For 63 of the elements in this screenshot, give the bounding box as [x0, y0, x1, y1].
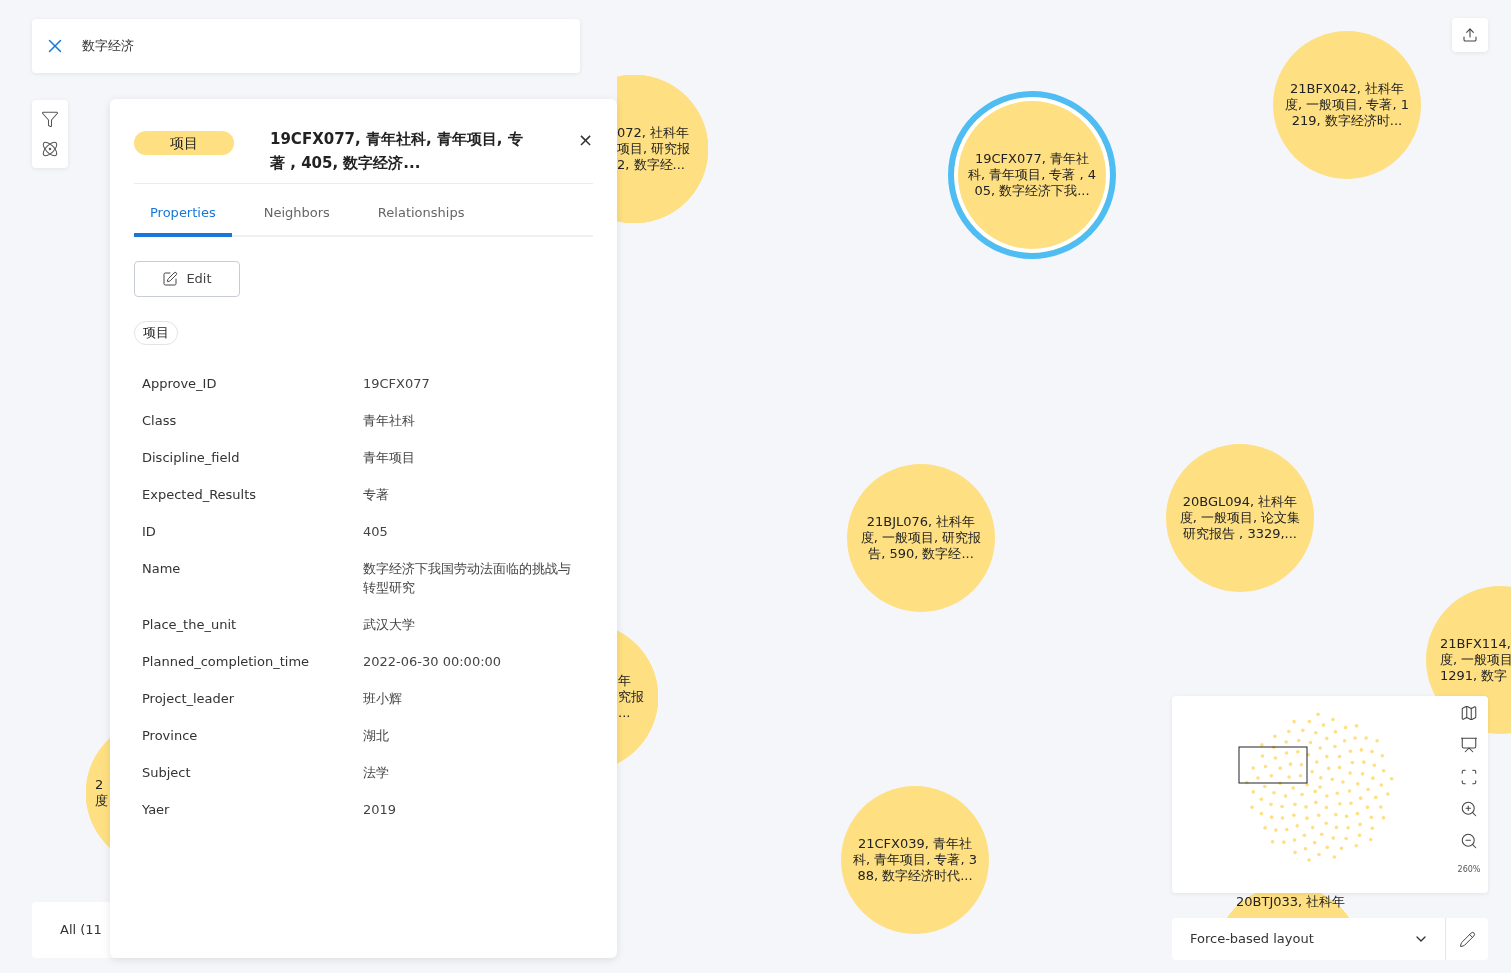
property-key: Province — [142, 726, 363, 745]
property-value: 法学 — [363, 764, 390, 782]
layout-select[interactable]: Force-based layout — [1172, 918, 1446, 960]
zoom-in-icon[interactable] — [1460, 800, 1478, 818]
fit-view-icon[interactable] — [1460, 768, 1478, 786]
edit-button[interactable]: Edit — [134, 261, 240, 297]
property-value: 19CFX077 — [363, 375, 431, 393]
property-value: 湖北 — [363, 727, 390, 745]
property-value: 武汉大学 — [363, 616, 416, 634]
node-label: 21BJL076, 社科年 度, 一般项目, 研究报 告, 590, 数字经... — [860, 514, 982, 562]
export-button[interactable] — [1452, 18, 1488, 52]
pencil-icon — [1458, 930, 1476, 948]
node-label: 072, 社科年 项目, 研究报 2, 数字经... — [617, 125, 691, 173]
property-value: 405 — [363, 523, 389, 541]
tab[interactable]: Properties — [134, 192, 232, 237]
graph-node[interactable]: 072, 社科年 项目, 研究报 2, 数字经... — [617, 75, 708, 223]
node-label: 21CFX039, 青年社 科, 青年项目, 专著, 3 88, 数字经济时代... — [852, 836, 978, 884]
atom-icon[interactable] — [41, 140, 59, 158]
legend-label[interactable]: All (11 — [60, 920, 102, 940]
property-key: Class — [142, 411, 363, 430]
node-label: 21BFX114, 度, 一般项目 1291, 数字 — [1440, 636, 1511, 684]
node-label: 21BFX042, 社科年 度, 一般项目, 专著, 1 219, 数字经济时... — [1284, 81, 1410, 129]
node-label: 20BGL094, 社科年 度, 一般项目, 论文集 研究报告 , 3329,... — [1179, 494, 1301, 542]
property-value: 数字经济下我国劳动法面临的挑战与转型研究 — [363, 560, 572, 597]
property-key: Approve_ID — [142, 374, 363, 393]
property-key: Place_the_unit — [142, 615, 363, 634]
close-button[interactable]: × — [577, 131, 593, 149]
node-label: 19CFX077, 青年社 科, 青年项目, 专著 , 4 05, 数字经济下我... — [967, 151, 1097, 199]
zoom-level: 260% — [1457, 864, 1481, 876]
map-icon[interactable] — [1460, 704, 1478, 722]
presentation-icon[interactable] — [1460, 736, 1478, 754]
property-key: Yaer — [142, 800, 363, 819]
type-badge: 项目 — [134, 131, 234, 155]
property-key: ID — [142, 522, 363, 541]
graph-node[interactable]: 21CFX039, 青年社 科, 青年项目, 专著, 3 88, 数字经济时代... — [841, 786, 989, 934]
property-value: 2022-06-30 00:00:00 — [363, 653, 503, 671]
search-value: 数字经济 — [82, 37, 134, 56]
tab[interactable]: Neighbors — [247, 192, 346, 237]
property-key: Name — [142, 559, 363, 597]
graph-node[interactable]: 21BFX042, 社科年 度, 一般项目, 专著, 1 219, 数字经济时... — [1273, 31, 1421, 179]
property-key: Planned_completion_time — [142, 652, 363, 671]
search-bar[interactable]: 数字经济 — [32, 19, 580, 73]
panel-title: 19CFX077, 青年社科, 青年项目, 专著 , 405, 数字经济... — [270, 129, 524, 174]
property-key: Discipline_field — [142, 448, 363, 467]
node-label: 2 度 — [95, 777, 108, 809]
graph-node[interactable]: 19CFX077, 青年社 科, 青年项目, 专著 , 4 05, 数字经济下我... — [948, 91, 1116, 259]
zoom-out-icon[interactable] — [1460, 832, 1478, 850]
graph-node[interactable]: 21BJL076, 社科年 度, 一般项目, 研究报 告, 590, 数字经... — [847, 464, 995, 612]
graph-node[interactable]: 20BGL094, 社科年 度, 一般项目, 论文集 研究报告 , 3329,... — [1166, 444, 1314, 592]
tab[interactable]: Relationships — [361, 192, 481, 237]
property-key: Project_leader — [142, 689, 363, 708]
property-value: 青年社科 — [363, 412, 416, 430]
upload-icon — [1462, 27, 1478, 43]
node-label: 年 究报 ... — [618, 673, 644, 721]
property-value: 班小辉 — [363, 690, 403, 708]
filter-icon[interactable] — [41, 110, 59, 128]
property-key: Expected_Results — [142, 485, 363, 504]
property-key: Subject — [142, 763, 363, 782]
property-value: 青年项目 — [363, 449, 416, 467]
property-value: 专著 — [363, 486, 390, 504]
property-value: 2019 — [363, 801, 398, 819]
edit-icon — [162, 271, 179, 287]
node-label: 20BTJ033, 社科年 — [1236, 894, 1346, 910]
